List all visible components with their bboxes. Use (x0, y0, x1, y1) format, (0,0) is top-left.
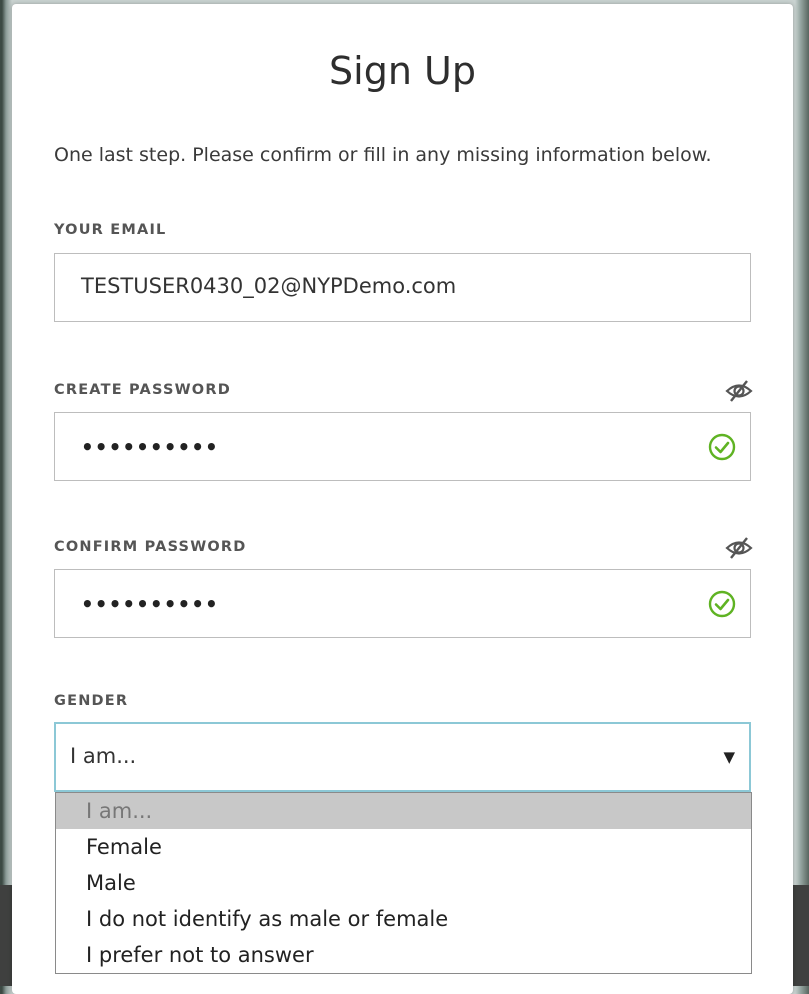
caret-down-icon: ▼ (723, 748, 735, 766)
confirm-password-field[interactable]: •••••••••• (54, 569, 751, 638)
check-circle-icon (708, 433, 736, 461)
eye-slash-icon[interactable] (725, 537, 753, 559)
gender-dropdown-list: I am... Female Male I do not identify as… (55, 792, 752, 974)
gender-option[interactable]: Male (56, 865, 751, 901)
gender-option[interactable]: I do not identify as male or female (56, 901, 751, 937)
check-circle-icon (708, 590, 736, 618)
gender-option[interactable]: Female (56, 829, 751, 865)
confirm-password-label: CONFIRM PASSWORD (54, 539, 247, 555)
email-field[interactable]: TESTUSER0430_02@NYPDemo.com (54, 253, 751, 322)
create-password-field[interactable]: •••••••••• (54, 412, 751, 481)
email-label: YOUR EMAIL (54, 222, 167, 238)
gender-selected-value: I am... (70, 744, 137, 768)
gender-option[interactable]: I am... (56, 793, 751, 829)
gender-select[interactable]: I am... ▼ (54, 722, 751, 792)
create-password-label: CREATE PASSWORD (54, 382, 231, 398)
intro-text: One last step. Please confirm or fill in… (54, 144, 712, 166)
gender-label: GENDER (54, 693, 129, 709)
eye-slash-icon[interactable] (725, 380, 753, 402)
email-value: TESTUSER0430_02@NYPDemo.com (81, 274, 457, 298)
create-password-value: •••••••••• (81, 435, 219, 459)
page-title: Sign Up (329, 49, 476, 93)
gender-option[interactable]: I prefer not to answer (56, 937, 751, 973)
confirm-password-value: •••••••••• (81, 592, 219, 616)
